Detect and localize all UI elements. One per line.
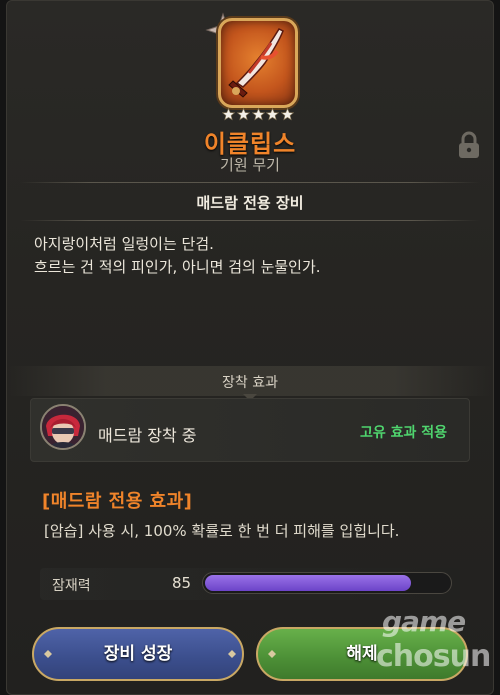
character-portrait-icon (42, 406, 84, 448)
star-icon (251, 108, 265, 121)
potential-value: 85 (172, 574, 192, 592)
diamond-deco-icon (228, 650, 236, 658)
potential-bar (202, 572, 452, 594)
divider (20, 182, 480, 183)
character-avatar (40, 404, 86, 450)
effect-status-badge: 고유 효과 적용 (360, 425, 448, 441)
weapon-portrait-frame (218, 18, 298, 108)
section-title: 장착 효과 (222, 375, 278, 391)
star-icon (236, 108, 250, 121)
diamond-deco-icon (44, 650, 52, 658)
watermark-line: chosun (376, 639, 491, 674)
star-icon (222, 108, 235, 121)
gamechosun-watermark: game chosun (376, 605, 496, 690)
watermark-line: game (382, 605, 466, 638)
lock-icon[interactable] (456, 130, 482, 160)
description-line: 흐르는 건 적의 피인가, 아니면 검의 눈물인가. (34, 258, 321, 276)
exclusive-effect-description: [암습] 사용 시, 100% 확률로 한 번 더 피해를 입힙니다. (44, 522, 400, 540)
equip-label: 매드람 장착 중 (98, 426, 197, 445)
description-line: 아지랑이처럼 일렁이는 단검. (34, 235, 214, 253)
divider (20, 220, 480, 221)
weapon-type: 기원 무기 (220, 156, 280, 174)
star-rating (222, 108, 294, 124)
exclusive-effect-title: [매드람 전용 효과] (42, 491, 193, 512)
star-icon (281, 108, 294, 121)
potential-bar-fill (205, 575, 411, 591)
diamond-deco-icon (268, 650, 276, 658)
weapon-description: 아지랑이처럼 일렁이는 단검. 흐르는 건 적의 피인가, 아니면 검의 눈물인… (34, 233, 321, 279)
dagger-icon (228, 28, 284, 98)
star-icon (266, 108, 280, 121)
owner-title: 매드람 전용 장비 (196, 194, 304, 212)
potential-label: 잠재력 (52, 578, 91, 594)
equipment-growth-button[interactable]: 장비 성장 (32, 627, 244, 681)
